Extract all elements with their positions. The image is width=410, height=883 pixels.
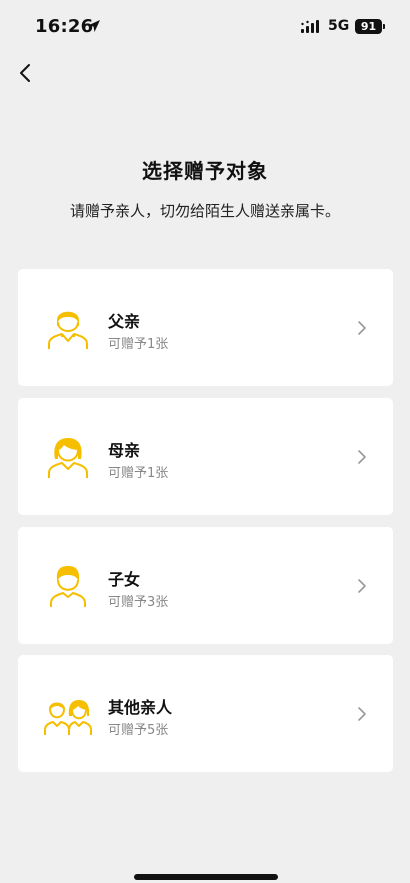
mother-icon xyxy=(48,438,88,478)
recipient-quota: 可赠予1张 xyxy=(108,337,169,352)
chevron-right-icon xyxy=(358,579,366,593)
status-time: 16:26 xyxy=(35,16,94,37)
child-icon xyxy=(50,566,86,607)
chevron-right-icon xyxy=(358,321,366,335)
other-relatives-icon xyxy=(44,700,92,735)
page-title: 选择赠予对象 xyxy=(142,159,268,183)
chevron-left-icon xyxy=(20,64,30,82)
signal-icon xyxy=(301,20,319,33)
recipient-card-children[interactable]: 子女 可赠予3张 xyxy=(18,527,393,644)
father-icon xyxy=(48,311,88,349)
recipient-name: 子女 xyxy=(108,570,141,589)
battery-icon: 91 xyxy=(355,19,382,34)
battery-cap xyxy=(383,24,385,29)
back-button[interactable] xyxy=(14,60,36,86)
status-bar: 16:26 5G 91 xyxy=(0,0,410,52)
recipient-quota: 可赠予1张 xyxy=(108,466,169,481)
recipient-name: 父亲 xyxy=(108,312,141,331)
recipient-quota: 可赠予5张 xyxy=(108,723,169,738)
page-subtitle: 请赠予亲人，切勿给陌生人赠送亲属卡。 xyxy=(69,202,340,220)
recipient-card-mother[interactable]: 母亲 可赠予1张 xyxy=(18,398,393,515)
recipient-name: 其他亲人 xyxy=(108,698,173,717)
location-arrow-icon xyxy=(88,20,100,32)
recipient-card-father[interactable]: 父亲 可赠予1张 xyxy=(18,269,393,386)
recipient-name: 母亲 xyxy=(108,441,141,460)
network-type: 5G xyxy=(328,18,350,34)
home-indicator[interactable] xyxy=(134,874,278,880)
chevron-right-icon xyxy=(358,707,366,721)
chevron-right-icon xyxy=(358,450,366,464)
battery-level: 91 xyxy=(360,20,377,33)
recipient-card-other-relatives[interactable]: 其他亲人 可赠予5张 xyxy=(18,655,393,772)
recipient-quota: 可赠予3张 xyxy=(108,595,169,610)
